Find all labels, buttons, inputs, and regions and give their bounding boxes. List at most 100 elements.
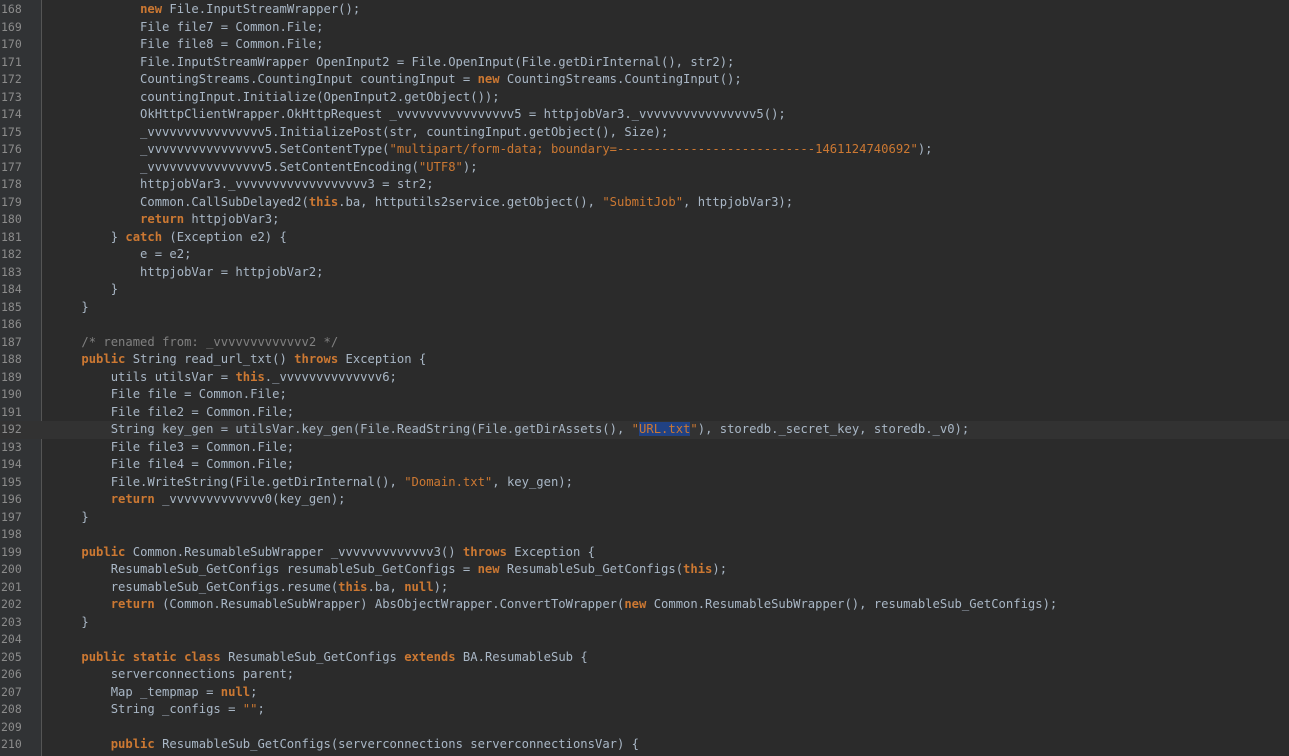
code-text[interactable]: } [52,281,118,299]
code-line[interactable]: 171 File.InputStreamWrapper OpenInput2 =… [0,54,1289,72]
line-number: 197 [1,509,22,524]
code-token: countingInput.Initialize(OpenInput2.getO… [52,89,500,104]
code-text[interactable]: File file2 = Common.File; [52,404,294,422]
code-token: , key_gen); [492,474,573,489]
code-text[interactable]: File file4 = Common.File; [52,456,294,474]
code-text[interactable]: new File.InputStreamWrapper(); [52,1,360,19]
code-line[interactable]: 208 String _configs = ""; [0,701,1289,719]
line-number: 200 [1,562,22,576]
code-text[interactable]: public String read_url_txt() throws Exce… [52,351,426,369]
code-line[interactable]: 184 } [0,281,1289,299]
code-text[interactable]: e = e2; [52,246,191,264]
code-line[interactable]: 179 Common.CallSubDelayed2(this.ba, http… [0,194,1289,212]
code-line[interactable]: 195 File.WriteString(File.getDirInternal… [0,474,1289,492]
code-line[interactable]: 168 new File.InputStreamWrapper(); [0,1,1289,19]
code-text[interactable]: Common.CallSubDelayed2(this.ba, httputil… [52,194,793,212]
code-text[interactable]: File file8 = Common.File; [52,36,323,54]
code-line[interactable]: 193 File file3 = Common.File; [0,439,1289,457]
code-text[interactable]: Map _tempmap = null; [52,684,258,702]
code-line[interactable]: 199 public Common.ResumableSubWrapper _v… [0,544,1289,562]
line-number: 181 [1,229,22,244]
code-line[interactable]: 210 public ResumableSub_GetConfigs(serve… [0,736,1289,754]
code-text[interactable]: public ResumableSub_GetConfigs(servercon… [52,736,639,754]
line-number: 201 [1,579,22,594]
code-text[interactable]: CountingStreams.CountingInput countingIn… [52,71,742,89]
code-line[interactable]: 183 httpjobVar = httpjobVar2; [0,264,1289,282]
code-line[interactable]: 185 } [0,299,1289,317]
line-number: 178 [1,177,22,191]
code-line[interactable]: 191 File file2 = Common.File; [0,404,1289,422]
code-line[interactable]: 209 [0,719,1289,737]
code-text[interactable]: File file7 = Common.File; [52,19,323,37]
code-text[interactable]: httpjobVar = httpjobVar2; [52,264,323,282]
code-line[interactable]: 189 utils utilsVar = this._vvvvvvvvvvvvv… [0,369,1289,387]
code-line[interactable]: 175 _vvvvvvvvvvvvvvvv5.InitializePost(st… [0,124,1289,142]
code-text[interactable]: String key_gen = utilsVar.key_gen(File.R… [52,421,969,439]
code-editor[interactable]: 168 new File.InputStreamWrapper(); 169 Fi… [0,0,1289,756]
code-line[interactable]: 190 File file = Common.File; [0,386,1289,404]
code-text[interactable]: /* renamed from: _vvvvvvvvvvvvv2 */ [52,334,338,352]
code-line[interactable]: 205 public static class ResumableSub_Get… [0,649,1289,667]
code-text[interactable]: return _vvvvvvvvvvvvv0(key_gen); [52,491,346,509]
code-text[interactable]: return (Common.ResumableSubWrapper) AbsO… [52,596,1058,614]
code-text[interactable]: public Common.ResumableSubWrapper _vvvvv… [52,544,595,562]
code-line[interactable]: 196 return _vvvvvvvvvvvvv0(key_gen); [0,491,1289,509]
code-text[interactable]: } [52,614,88,632]
code-line[interactable]: 169 File file7 = Common.File; [0,19,1289,37]
code-line[interactable]: 203 } [0,614,1289,632]
code-text[interactable]: return httpjobVar3; [52,211,279,229]
line-number: 168 [1,2,22,16]
code-text[interactable]: } catch (Exception e2) { [52,229,287,247]
code-token: utils utilsVar = [52,369,236,384]
code-line[interactable]: 206 serverconnections parent; [0,666,1289,684]
code-line[interactable]: 170 File file8 = Common.File; [0,36,1289,54]
code-line[interactable]: 200 ResumableSub_GetConfigs resumableSub… [0,561,1289,579]
code-line[interactable]: 180 return httpjobVar3; [0,211,1289,229]
code-text[interactable]: } [52,299,88,317]
code-line[interactable]: 194 File file4 = Common.File; [0,456,1289,474]
code-text[interactable]: _vvvvvvvvvvvvvvvv5.SetContentEncoding("U… [52,159,478,177]
code-line[interactable]: 178 httpjobVar3._vvvvvvvvvvvvvvvvvv3 = s… [0,176,1289,194]
code-text[interactable]: String _configs = ""; [52,701,265,719]
code-line[interactable]: 187 /* renamed from: _vvvvvvvvvvvvv2 */ [0,334,1289,352]
code-text[interactable]: httpjobVar3._vvvvvvvvvvvvvvvvvv3 = str2; [52,176,434,194]
code-text[interactable]: utils utilsVar = this._vvvvvvvvvvvvvv6; [52,369,397,387]
code-text[interactable]: public static class ResumableSub_GetConf… [52,649,587,667]
code-line[interactable]: 177 _vvvvvvvvvvvvvvvv5.SetContentEncodin… [0,159,1289,177]
code-line[interactable]: 202 return (Common.ResumableSubWrapper) … [0,596,1289,614]
code-line[interactable]: 182 e = e2; [0,246,1289,264]
code-text[interactable]: File.WriteString(File.getDirInternal(), … [52,474,573,492]
code-line[interactable]: 173 countingInput.Initialize(OpenInput2.… [0,89,1289,107]
code-line[interactable]: 192 String key_gen = utilsVar.key_gen(Fi… [0,421,1289,439]
code-text[interactable]: serverconnections parent; [52,666,294,684]
code-text[interactable]: File.InputStreamWrapper OpenInput2 = Fil… [52,54,734,72]
code-token: ); [712,562,728,576]
line-number: 192 [1,422,22,436]
code-line[interactable]: 186 [0,316,1289,334]
code-line[interactable]: 198 [0,526,1289,544]
code-text[interactable]: File file = Common.File; [52,386,287,404]
code-line[interactable]: 204 [0,631,1289,649]
code-line[interactable]: 201 resumableSub_GetConfigs.resume(this.… [0,579,1289,597]
code-text[interactable]: } [52,509,88,527]
code-text[interactable]: _vvvvvvvvvvvvvvvv5.SetContentType("multi… [52,141,932,159]
code-line[interactable]: 207 Map _tempmap = null; [0,684,1289,702]
code-text[interactable]: resumableSub_GetConfigs.resume(this.ba, … [52,579,449,597]
code-line[interactable]: 176 _vvvvvvvvvvvvvvvv5.SetContentType("m… [0,141,1289,159]
code-line[interactable]: 181 } catch (Exception e2) { [0,229,1289,247]
code-text[interactable]: File file3 = Common.File; [52,439,294,457]
code-line[interactable]: 197 } [0,509,1289,527]
code-line[interactable]: 172 CountingStreams.CountingInput counti… [0,71,1289,89]
line-number: 171 [1,54,22,69]
code-area[interactable]: 168 new File.InputStreamWrapper(); 169 Fi… [0,0,1289,756]
line-number: 188 [1,352,22,366]
code-line[interactable]: 174 OkHttpClientWrapper.OkHttpRequest _v… [0,106,1289,124]
line-number: 199 [1,544,22,559]
code-text[interactable]: countingInput.Initialize(OpenInput2.getO… [52,89,500,107]
code-line[interactable]: 188 public String read_url_txt() throws … [0,351,1289,369]
line-number: 170 [1,37,22,51]
code-text[interactable]: _vvvvvvvvvvvvvvvv5.InitializePost(str, c… [52,124,668,142]
code-text[interactable]: ResumableSub_GetConfigs resumableSub_Get… [52,561,727,579]
code-text[interactable]: OkHttpClientWrapper.OkHttpRequest _vvvvv… [52,106,786,124]
